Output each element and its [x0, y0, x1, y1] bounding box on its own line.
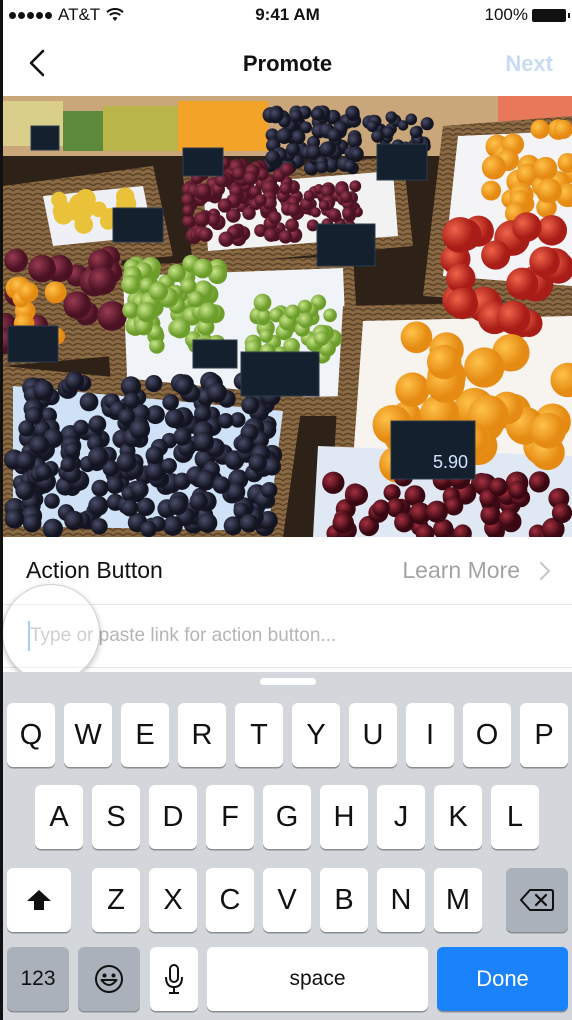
- key-d[interactable]: D: [149, 785, 197, 849]
- key-y[interactable]: Y: [292, 703, 340, 767]
- key-t[interactable]: T: [235, 703, 283, 767]
- key-e[interactable]: E: [121, 703, 169, 767]
- shift-arrow-icon: [27, 890, 51, 910]
- action-button-value[interactable]: Learn More: [402, 557, 520, 584]
- numbers-key[interactable]: 123: [7, 947, 69, 1011]
- key-h[interactable]: H: [320, 785, 368, 849]
- key-q[interactable]: Q: [7, 703, 55, 767]
- status-right: 100%: [484, 5, 570, 25]
- text-cursor: [28, 621, 30, 651]
- chevron-right-icon: [540, 562, 551, 580]
- key-z[interactable]: Z: [92, 868, 140, 932]
- key-w[interactable]: W: [64, 703, 112, 767]
- key-a[interactable]: A: [35, 785, 83, 849]
- key-p[interactable]: P: [520, 703, 568, 767]
- key-u[interactable]: U: [349, 703, 397, 767]
- key-i[interactable]: I: [406, 703, 454, 767]
- action-button-row[interactable]: Action Button Learn More: [3, 537, 572, 605]
- shift-key[interactable]: [7, 868, 71, 932]
- microphone-icon: [165, 964, 183, 994]
- price-tag-text: 5.90: [433, 452, 468, 472]
- promotion-photo: 5.90: [3, 96, 572, 537]
- key-k[interactable]: K: [434, 785, 482, 849]
- next-button[interactable]: Next: [505, 51, 553, 77]
- key-f[interactable]: F: [206, 785, 254, 849]
- done-key[interactable]: Done: [437, 947, 568, 1011]
- action-link-input[interactable]: [26, 619, 550, 653]
- action-button-label: Action Button: [26, 557, 163, 583]
- key-o[interactable]: O: [463, 703, 511, 767]
- grapes-dark-top: [262, 105, 364, 176]
- space-key[interactable]: space: [207, 947, 428, 1011]
- key-g[interactable]: G: [263, 785, 311, 849]
- link-input-row: [3, 605, 572, 668]
- fruit-market-image: 5.90: [3, 96, 572, 537]
- delete-key[interactable]: [506, 868, 568, 932]
- key-m[interactable]: M: [434, 868, 482, 932]
- battery-percent: 100%: [484, 5, 528, 24]
- page-title: Promote: [242, 51, 333, 76]
- status-bar: AT&T 9:41 AM 100%: [3, 0, 572, 30]
- key-s[interactable]: S: [92, 785, 140, 849]
- key-c[interactable]: C: [206, 868, 254, 932]
- navigation-bar: Promote Next: [3, 30, 572, 96]
- key-x[interactable]: X: [149, 868, 197, 932]
- backspace-icon: [520, 889, 554, 911]
- battery-icon: [532, 8, 570, 22]
- key-v[interactable]: V: [263, 868, 311, 932]
- microphone-key[interactable]: [150, 947, 198, 1011]
- screen: AT&T 9:41 AM 100% Promote Next 5.90 Acti…: [3, 0, 572, 1020]
- key-j[interactable]: J: [377, 785, 425, 849]
- keyboard: QWERTYUIOP ASDFGHJKL ZXCVBNM 123 space Don…: [3, 672, 572, 1020]
- key-l[interactable]: L: [491, 785, 539, 849]
- emoji-icon: [95, 965, 123, 993]
- key-b[interactable]: B: [320, 868, 368, 932]
- key-r[interactable]: R: [178, 703, 226, 767]
- keyboard-grabber[interactable]: [259, 678, 316, 685]
- key-n[interactable]: N: [377, 868, 425, 932]
- emoji-key[interactable]: [78, 947, 140, 1011]
